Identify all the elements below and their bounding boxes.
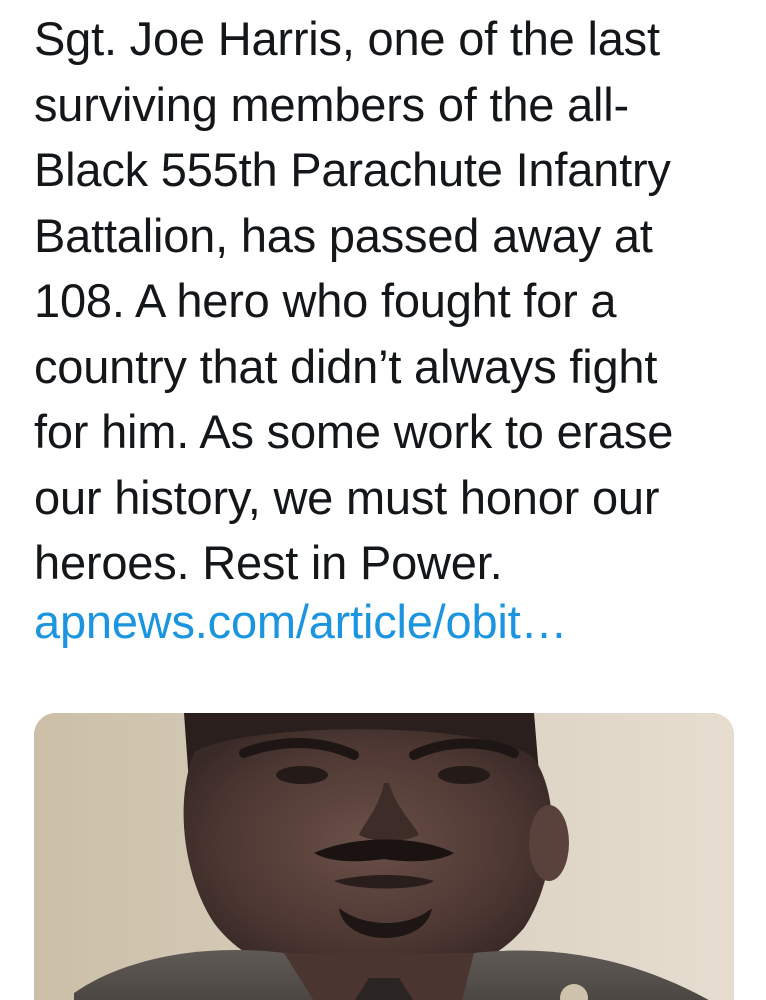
article-link[interactable]: apnews.com/article/obit… <box>34 594 568 650</box>
tweet-text-line: 108. A hero who fought for a <box>34 274 617 327</box>
portrait-photo-image <box>34 713 734 1000</box>
tweet-text-line: Black 555th Parachute Infantry <box>34 143 671 196</box>
tweet-text-line: our history, we must honor our <box>34 470 660 524</box>
tweet-text-line: country that didn’t always fight <box>34 339 658 393</box>
tweet-text-line: for him. As some work to erase <box>34 405 674 458</box>
tweet-text-line: heroes. Rest in Power. <box>34 536 503 589</box>
tweet-text-line: surviving members of the all- <box>34 77 629 131</box>
tweet-text-line: Sgt. Joe Harris, one of the last <box>34 12 660 65</box>
tweet: Sgt. Joe Harris, one of the last survivi… <box>0 0 766 1000</box>
tweet-media-photo[interactable] <box>34 713 734 1000</box>
tweet-text-line: Battalion, has passed away at <box>34 208 653 262</box>
tweet-text: Sgt. Joe Harris, one of the last survivi… <box>34 6 746 596</box>
